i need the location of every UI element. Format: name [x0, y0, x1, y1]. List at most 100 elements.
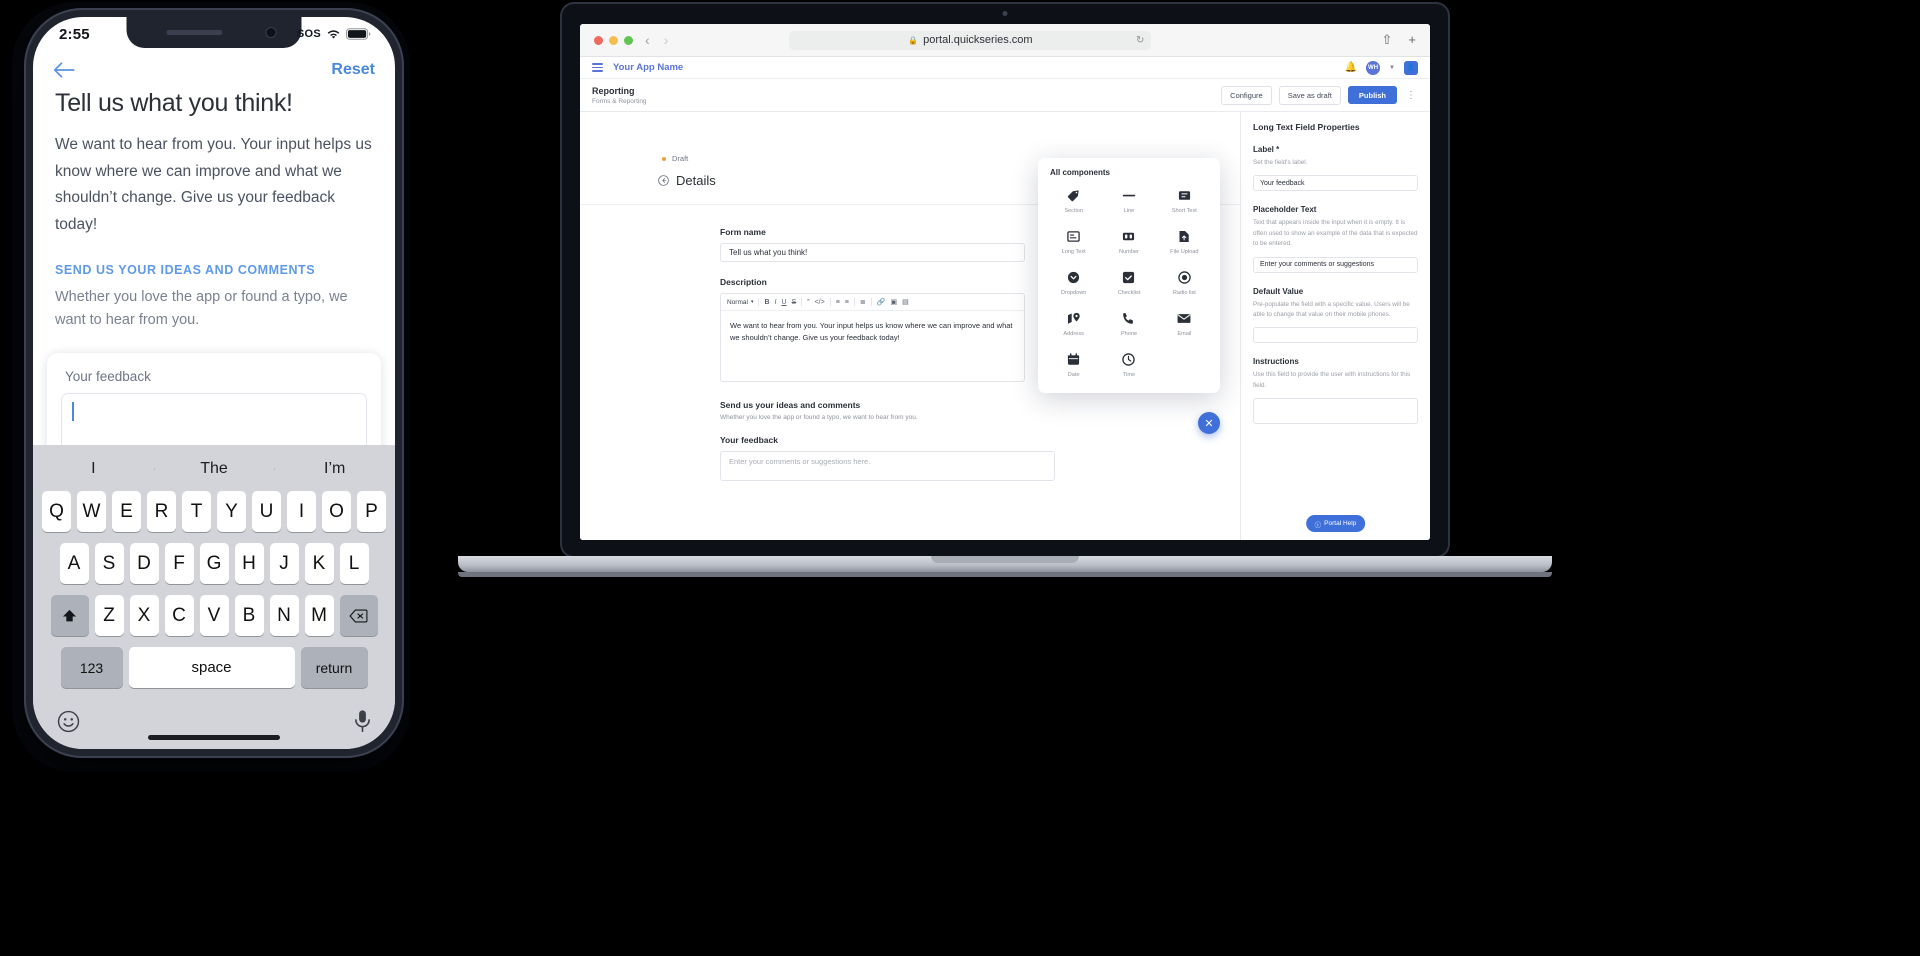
- numbers-key[interactable]: 123: [60, 647, 123, 688]
- palette-item-email[interactable]: Email: [1157, 308, 1212, 340]
- underline-icon[interactable]: U: [781, 299, 786, 306]
- key-o[interactable]: O: [322, 491, 351, 532]
- kebab-menu-icon[interactable]: ⋮: [1404, 90, 1418, 101]
- key-c[interactable]: C: [164, 595, 194, 636]
- key-s[interactable]: S: [94, 543, 124, 584]
- chevron-down-icon[interactable]: ▼: [1389, 65, 1395, 71]
- strikethrough-icon[interactable]: S: [792, 299, 797, 306]
- microphone-icon[interactable]: [354, 709, 371, 738]
- palette-item-phone[interactable]: Phone: [1101, 308, 1156, 340]
- reset-button[interactable]: Reset: [331, 61, 375, 79]
- url-bar[interactable]: 🔒 portal.quickseries.com ↻: [789, 30, 1152, 50]
- plus-icon[interactable]: +: [1408, 32, 1416, 48]
- palette-item-address[interactable]: Address: [1046, 308, 1101, 340]
- key-q[interactable]: Q: [42, 491, 71, 532]
- key-e[interactable]: E: [112, 491, 141, 532]
- image-icon[interactable]: ▣: [890, 298, 897, 306]
- backspace-icon[interactable]: [339, 595, 378, 636]
- avatar[interactable]: WH: [1366, 60, 1381, 75]
- close-palette-button[interactable]: ✕: [1198, 412, 1220, 434]
- close-window-button[interactable]: [594, 35, 603, 45]
- key-x[interactable]: X: [129, 595, 159, 636]
- chevron-right-icon[interactable]: ›: [664, 32, 669, 48]
- key-h[interactable]: H: [234, 543, 264, 584]
- reload-icon[interactable]: ↻: [1136, 35, 1144, 46]
- palette-item-checklist[interactable]: Checklist: [1101, 267, 1156, 299]
- collapse-left-icon[interactable]: [658, 175, 669, 186]
- align-icon[interactable]: ≣: [860, 298, 866, 306]
- portal-help-label: Portal Help: [1324, 520, 1357, 527]
- shift-icon[interactable]: [50, 595, 89, 636]
- video-icon[interactable]: ▤: [902, 298, 909, 306]
- key-l[interactable]: L: [339, 543, 369, 584]
- rte-content[interactable]: We want to hear from you. Your input hel…: [721, 311, 1024, 381]
- italic-icon[interactable]: I: [775, 299, 777, 306]
- palette-item-date[interactable]: Date: [1046, 349, 1101, 381]
- label-input[interactable]: Your feedback: [1253, 175, 1418, 192]
- prediction-item[interactable]: I’m: [274, 460, 395, 478]
- rte-style-select[interactable]: Normal ▾: [727, 299, 753, 306]
- portal-help-button[interactable]: ⓘ Portal Help: [1305, 515, 1366, 532]
- code-icon[interactable]: </>: [815, 299, 825, 306]
- link-icon[interactable]: 🔗: [877, 298, 886, 306]
- return-key[interactable]: return: [300, 647, 368, 688]
- user-avatar-icon[interactable]: 👤: [1404, 60, 1418, 75]
- back-arrow-icon[interactable]: [53, 62, 75, 78]
- share-icon[interactable]: ⇧: [1381, 32, 1392, 48]
- phone-status-bar: 2:55 SOS: [33, 17, 395, 51]
- key-b[interactable]: B: [234, 595, 264, 636]
- minimize-window-button[interactable]: [609, 35, 618, 45]
- palette-item-time[interactable]: Time: [1101, 349, 1156, 381]
- feedback-field-input[interactable]: Enter your comments or suggestions here.: [720, 451, 1055, 481]
- palette-item-dropdown[interactable]: Dropdown: [1046, 267, 1101, 299]
- palette-item-radio-list[interactable]: Radio list: [1157, 267, 1212, 299]
- key-z[interactable]: Z: [94, 595, 124, 636]
- instructions-input[interactable]: [1253, 398, 1418, 424]
- prediction-item[interactable]: The: [153, 460, 275, 478]
- key-f[interactable]: F: [164, 543, 194, 584]
- publish-button[interactable]: Publish: [1347, 86, 1397, 104]
- key-y[interactable]: Y: [217, 491, 246, 532]
- placeholder-input[interactable]: Enter your comments or suggestions: [1253, 256, 1418, 273]
- long-text-icon: [1067, 229, 1080, 244]
- bell-icon[interactable]: 🔔: [1345, 62, 1357, 73]
- key-m[interactable]: M: [304, 595, 334, 636]
- palette-item-number[interactable]: Number: [1101, 226, 1156, 258]
- key-w[interactable]: W: [77, 491, 106, 532]
- ordered-list-icon[interactable]: ≡: [836, 299, 840, 306]
- toolbar-titles: Reporting Forms & Reporting: [592, 85, 647, 104]
- toolbar-actions: Configure Save as draft Publish ⋮: [1221, 85, 1418, 105]
- palette-item-line[interactable]: Line: [1101, 185, 1156, 217]
- palette-item-section[interactable]: Section: [1046, 185, 1101, 217]
- key-n[interactable]: N: [269, 595, 299, 636]
- maximize-window-button[interactable]: [624, 35, 633, 45]
- key-g[interactable]: G: [199, 543, 229, 584]
- key-p[interactable]: P: [357, 491, 386, 532]
- bold-icon[interactable]: B: [764, 299, 769, 306]
- key-a[interactable]: A: [59, 543, 89, 584]
- key-i[interactable]: I: [287, 491, 316, 532]
- rich-text-editor[interactable]: Normal ▾ B I U S ” </> ≡ ≡ ≣ 🔗 ▣ ▤ We wa…: [720, 293, 1025, 382]
- quote-icon[interactable]: ”: [807, 299, 809, 306]
- emoji-icon[interactable]: [57, 710, 80, 738]
- palette-item-file-upload[interactable]: File Upload: [1157, 226, 1212, 258]
- chevron-left-icon[interactable]: ‹: [645, 32, 650, 48]
- key-d[interactable]: D: [129, 543, 159, 584]
- space-key[interactable]: space: [128, 647, 295, 688]
- laptop-screen: ‹ › 🔒 portal.quickseries.com ↻ ⇧ + Your …: [580, 24, 1430, 540]
- bullet-list-icon[interactable]: ≡: [845, 299, 849, 306]
- palette-item-long-text[interactable]: Long Text: [1046, 226, 1101, 258]
- form-name-input[interactable]: Tell us what you think!: [720, 243, 1025, 262]
- save-as-draft-button[interactable]: Save as draft: [1278, 85, 1341, 105]
- configure-button[interactable]: Configure: [1221, 85, 1272, 105]
- palette-item-short-text[interactable]: Short Text: [1157, 185, 1212, 217]
- default-value-input[interactable]: [1253, 327, 1418, 344]
- key-u[interactable]: U: [252, 491, 281, 532]
- hamburger-menu-icon[interactable]: [592, 63, 603, 72]
- key-k[interactable]: K: [304, 543, 334, 584]
- prediction-item[interactable]: I: [33, 460, 154, 478]
- key-v[interactable]: V: [199, 595, 229, 636]
- key-r[interactable]: R: [147, 491, 176, 532]
- key-j[interactable]: J: [269, 543, 299, 584]
- key-t[interactable]: T: [182, 491, 211, 532]
